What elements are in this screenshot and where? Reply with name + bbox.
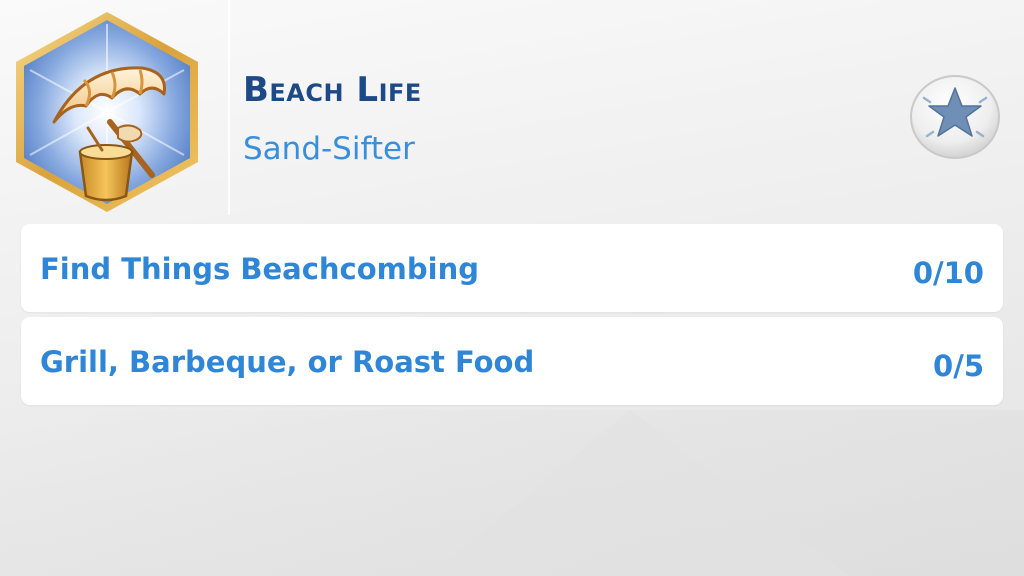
aspiration-title: Beach Life [243,70,422,110]
background-facet [430,410,850,576]
goal-label: Find Things Beachcombing [40,252,479,286]
goal-label: Grill, Barbeque, or Roast Food [40,345,535,379]
beach-umbrella-icon [16,12,198,212]
goal-progress: 0/10 [912,256,984,290]
star-icon [910,75,1000,159]
star-button[interactable] [909,74,1001,160]
milestone-name: Sand-Sifter [243,131,415,167]
aspiration-badge [14,10,200,214]
goal-row[interactable]: Find Things Beachcombing 0/10 [21,224,1003,312]
goal-list: Find Things Beachcombing 0/10 Grill, Bar… [21,224,1003,410]
goal-row[interactable]: Grill, Barbeque, or Roast Food 0/5 [21,317,1003,405]
goal-progress: 0/5 [933,349,984,383]
background-facet [228,0,230,215]
background-facet [0,410,1024,576]
